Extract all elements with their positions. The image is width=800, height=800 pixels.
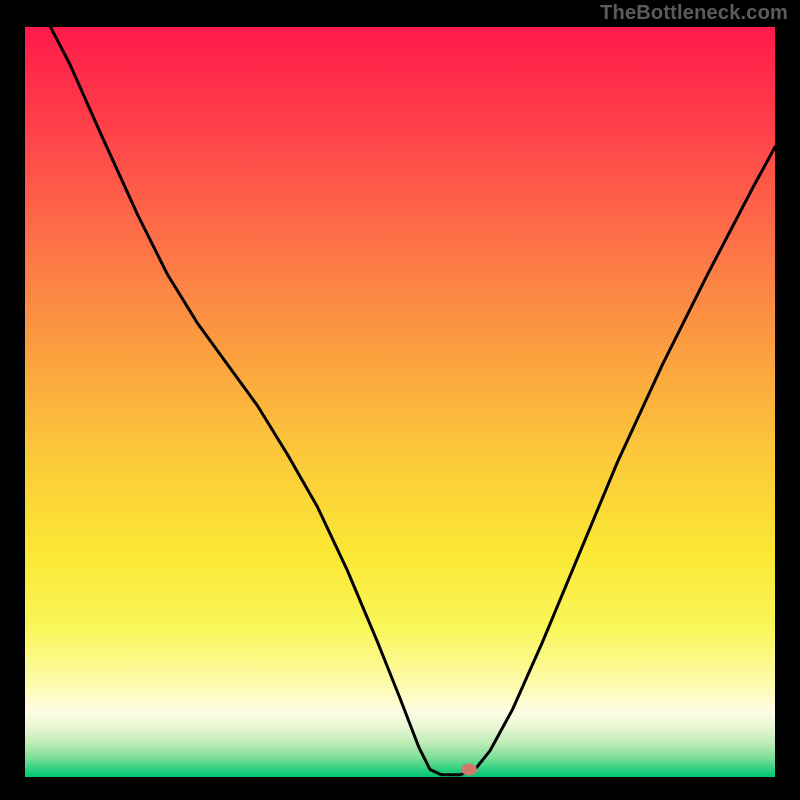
chart-container: { "watermark": "TheBottleneck.com", "cha… bbox=[0, 0, 800, 800]
plot-background bbox=[25, 27, 775, 777]
bottleneck-chart bbox=[0, 0, 800, 800]
watermark-text: TheBottleneck.com bbox=[600, 2, 788, 25]
optimal-point-marker bbox=[461, 764, 477, 776]
